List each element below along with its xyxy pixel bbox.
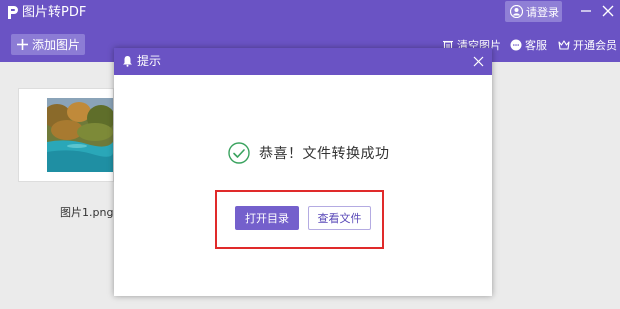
file-thumbnail-card[interactable] bbox=[18, 88, 114, 182]
chat-bubble-icon bbox=[510, 39, 522, 51]
dialog-title: 提示 bbox=[137, 54, 162, 68]
customer-service-label: 客服 bbox=[525, 39, 547, 52]
open-directory-button[interactable]: 打开目录 bbox=[235, 206, 299, 230]
login-button[interactable]: 请登录 bbox=[505, 1, 562, 22]
view-file-button[interactable]: 查看文件 bbox=[308, 206, 371, 230]
app-logo-icon bbox=[8, 6, 18, 19]
title-bar: 图片转PDF 请登录 bbox=[0, 0, 620, 25]
app-title: 图片转PDF bbox=[22, 5, 87, 20]
success-message: 恭喜！文件转换成功 bbox=[259, 146, 390, 162]
success-message-row: 恭喜！文件转换成功 bbox=[228, 142, 390, 164]
dialog-header: 提示 bbox=[114, 48, 492, 75]
file-name-label: 图片1.png bbox=[60, 206, 114, 219]
vip-button[interactable]: 开通会员 bbox=[558, 37, 617, 53]
user-circle-icon bbox=[510, 5, 523, 18]
close-icon[interactable] bbox=[473, 56, 484, 67]
crown-icon bbox=[558, 40, 570, 50]
add-image-label: 添加图片 bbox=[32, 38, 81, 52]
success-dialog: 提示 恭喜！文件转换成功 打开目录 查看文件 bbox=[114, 48, 492, 296]
add-image-button[interactable]: 添加图片 bbox=[11, 34, 85, 55]
minimize-icon[interactable] bbox=[579, 2, 593, 20]
thumbnail-image bbox=[47, 98, 113, 172]
login-label: 请登录 bbox=[526, 5, 559, 19]
check-circle-icon bbox=[228, 142, 250, 164]
close-window-icon[interactable] bbox=[601, 3, 615, 19]
plus-icon bbox=[17, 39, 28, 50]
customer-service-button[interactable]: 客服 bbox=[510, 37, 547, 53]
vip-label: 开通会员 bbox=[573, 39, 617, 52]
bell-icon bbox=[123, 56, 132, 67]
